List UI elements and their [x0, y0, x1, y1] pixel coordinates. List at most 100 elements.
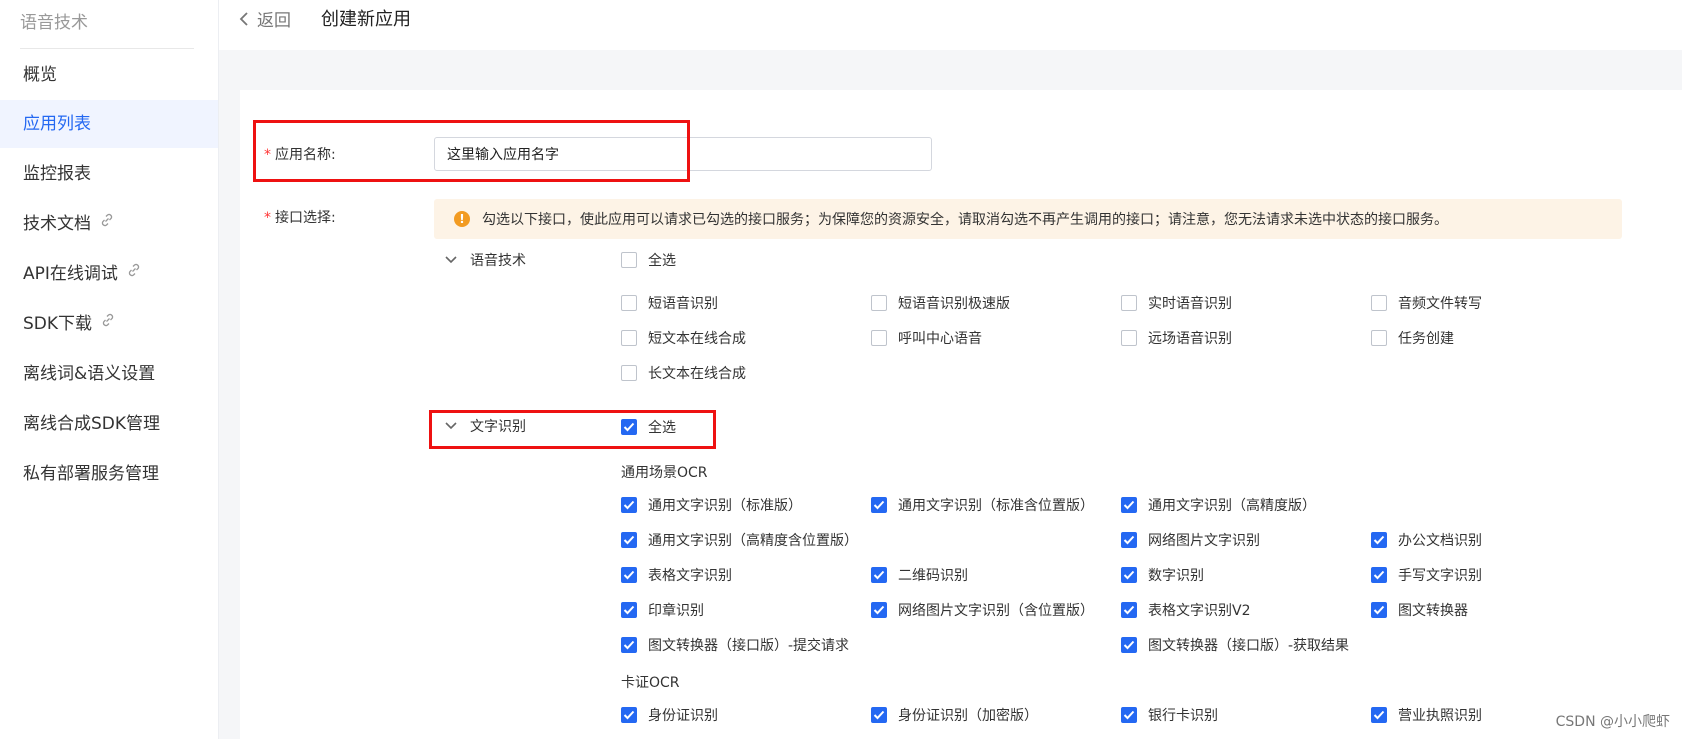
api-checkbox[interactable]: 二维码识别 — [871, 565, 968, 585]
api-checkbox[interactable]: 图文转换器（接口版）-获取结果 — [1121, 635, 1349, 655]
api-checkbox[interactable]: 表格文字识别V2 — [1121, 600, 1250, 620]
checkbox[interactable] — [621, 602, 637, 618]
checkbox[interactable] — [1121, 295, 1137, 311]
api-checkbox[interactable]: 通用文字识别（标准含位置版） — [871, 495, 1094, 515]
checkbox[interactable] — [621, 419, 637, 435]
api-checkbox[interactable]: 图文转换器（接口版）-提交请求 — [621, 635, 849, 655]
checkbox[interactable] — [1121, 707, 1137, 723]
checkbox[interactable] — [621, 532, 637, 548]
sidebar-item-label: 离线合成SDK管理 — [23, 414, 161, 434]
notice-text: 勾选以下接口，使此应用可以请求已勾选的接口服务；为保障您的资源安全，请取消勾选不… — [482, 212, 1448, 228]
checkbox[interactable] — [1371, 532, 1387, 548]
checkbox[interactable] — [1121, 637, 1137, 653]
subgroup-title: 卡证OCR — [621, 675, 680, 691]
sidebar-item-label: 技术文档 — [23, 214, 91, 234]
api-checkbox[interactable]: 网络图片文字识别（含位置版） — [871, 600, 1094, 620]
checkbox[interactable] — [1121, 532, 1137, 548]
api-checkbox[interactable]: 银行卡识别 — [1121, 705, 1218, 725]
sidebar-item-label: 私有部署服务管理 — [23, 464, 159, 484]
api-checkbox[interactable]: 网络图片文字识别 — [1121, 530, 1260, 550]
checkbox[interactable] — [1121, 602, 1137, 618]
form-card — [240, 90, 1682, 739]
subgroup-title: 通用场景OCR — [621, 465, 708, 481]
api-checkbox[interactable]: 短语音识别 — [621, 293, 718, 313]
app-name-label: * 应用名称: — [264, 147, 336, 163]
api-checkbox[interactable]: 办公文档识别 — [1371, 530, 1482, 550]
sidebar-item-offline-tts-sdk[interactable]: 离线合成SDK管理 — [0, 400, 218, 448]
api-checkbox[interactable]: 通用文字识别（标准版） — [621, 495, 802, 515]
checkbox[interactable] — [871, 567, 887, 583]
checkbox[interactable] — [871, 295, 887, 311]
checkbox[interactable] — [621, 330, 637, 346]
api-checkbox[interactable]: 实时语音识别 — [1121, 293, 1232, 313]
checkbox[interactable] — [1371, 295, 1387, 311]
api-checkbox[interactable]: 长文本在线合成 — [621, 363, 746, 383]
api-checkbox[interactable]: 身份证识别 — [621, 705, 718, 725]
sidebar-item-sdk-download[interactable]: SDK下载 — [0, 300, 218, 348]
checkbox[interactable] — [1371, 602, 1387, 618]
api-checkbox[interactable]: 远场语音识别 — [1121, 328, 1232, 348]
api-select-label: * 接口选择: — [264, 210, 336, 226]
sidebar-item-label: 应用列表 — [23, 114, 91, 134]
notice-bar: ! 勾选以下接口，使此应用可以请求已勾选的接口服务；为保障您的资源安全，请取消勾… — [434, 199, 1622, 239]
select-all-speech[interactable]: 全选 — [621, 250, 676, 270]
back-button[interactable]: 返回 — [239, 6, 291, 31]
api-checkbox[interactable]: 表格文字识别 — [621, 565, 732, 585]
checkbox[interactable] — [621, 567, 637, 583]
checkbox[interactable] — [1121, 567, 1137, 583]
sidebar-divider — [20, 48, 194, 49]
sidebar-item-label: API在线调试 — [23, 264, 118, 284]
app-name-input[interactable] — [434, 137, 932, 171]
sidebar-item-offline-words[interactable]: 离线词&语义设置 — [0, 350, 218, 398]
checkbox[interactable] — [621, 707, 637, 723]
checkbox[interactable] — [871, 602, 887, 618]
back-label: 返回 — [257, 11, 291, 31]
checkbox[interactable] — [1371, 707, 1387, 723]
sidebar-item-label: 离线词&语义设置 — [23, 364, 156, 384]
chevron-left-icon — [239, 11, 248, 26]
select-all-ocr[interactable]: 全选 — [621, 417, 676, 437]
chevron-down-icon — [445, 422, 457, 430]
checkbox[interactable] — [621, 252, 637, 268]
sidebar-item-overview[interactable]: 概览 — [0, 51, 218, 99]
checkbox[interactable] — [871, 497, 887, 513]
chevron-down-icon — [445, 256, 457, 264]
api-checkbox[interactable]: 图文转换器 — [1371, 600, 1468, 620]
api-checkbox[interactable]: 通用文字识别（高精度版） — [1121, 495, 1316, 515]
sidebar-item-label: 监控报表 — [23, 164, 91, 184]
checkbox[interactable] — [1371, 567, 1387, 583]
api-checkbox[interactable]: 营业执照识别 — [1371, 705, 1482, 725]
api-checkbox[interactable]: 数字识别 — [1121, 565, 1204, 585]
api-checkbox[interactable]: 印章识别 — [621, 600, 704, 620]
checkbox[interactable] — [621, 637, 637, 653]
api-checkbox[interactable]: 短文本在线合成 — [621, 328, 746, 348]
api-checkbox[interactable]: 手写文字识别 — [1371, 565, 1482, 585]
checkbox[interactable] — [621, 295, 637, 311]
page-title: 创建新应用 — [321, 9, 411, 30]
group-toggle-speech[interactable]: 语音技术 — [444, 250, 526, 270]
checkbox[interactable] — [1121, 497, 1137, 513]
sidebar-item-monitor-report[interactable]: 监控报表 — [0, 150, 218, 198]
warning-icon: ! — [454, 211, 470, 227]
api-checkbox[interactable]: 任务创建 — [1371, 328, 1454, 348]
checkbox[interactable] — [1121, 330, 1137, 346]
external-link-icon — [126, 249, 142, 297]
api-checkbox[interactable]: 通用文字识别（高精度含位置版） — [621, 530, 858, 550]
api-checkbox[interactable]: 音频文件转写 — [1371, 293, 1482, 313]
api-checkbox[interactable]: 短语音识别极速版 — [871, 293, 1010, 313]
checkbox[interactable] — [621, 497, 637, 513]
sidebar-item-tech-docs[interactable]: 技术文档 — [0, 200, 218, 248]
sidebar-item-app-list[interactable]: 应用列表 — [0, 100, 218, 148]
checkbox[interactable] — [1371, 330, 1387, 346]
sidebar-item-label: SDK下载 — [23, 314, 93, 334]
group-name: 文字识别 — [470, 419, 526, 435]
sidebar-item-private-deploy[interactable]: 私有部署服务管理 — [0, 450, 218, 498]
api-checkbox[interactable]: 身份证识别（加密版） — [871, 705, 1038, 725]
group-name: 语音技术 — [470, 253, 526, 269]
sidebar-item-api-debug[interactable]: API在线调试 — [0, 250, 218, 298]
checkbox[interactable] — [621, 365, 637, 381]
checkbox[interactable] — [871, 707, 887, 723]
group-toggle-ocr[interactable]: 文字识别 — [444, 416, 526, 436]
checkbox[interactable] — [871, 330, 887, 346]
api-checkbox[interactable]: 呼叫中心语音 — [871, 328, 982, 348]
